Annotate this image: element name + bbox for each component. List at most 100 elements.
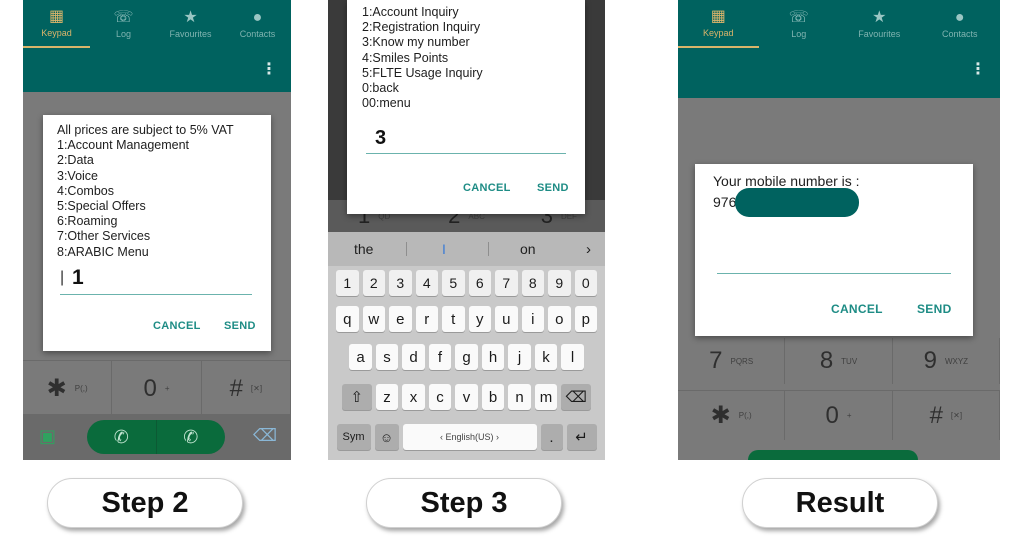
key-hash[interactable]: # [✕]	[893, 391, 1000, 440]
key-num-2[interactable]: 2	[362, 270, 385, 296]
key-0[interactable]: 0 +	[785, 391, 893, 440]
result-label: Result	[742, 478, 938, 528]
key-7[interactable]: 7 PQRS	[678, 338, 786, 384]
key-l[interactable]: l	[561, 344, 584, 370]
ussd-input[interactable]	[717, 244, 951, 274]
backspace-icon[interactable]: ⌫	[561, 384, 592, 410]
key-num-5[interactable]: 5	[442, 270, 465, 296]
key-x[interactable]: x	[402, 384, 425, 410]
call-buttons: ✆ ✆	[87, 420, 225, 454]
ussd-dialog: All prices are subject to 5% VAT 1:Accou…	[43, 115, 271, 351]
tab-contacts[interactable]: ● Contacts	[920, 0, 1001, 48]
key-n[interactable]: n	[508, 384, 531, 410]
key-p[interactable]: p	[574, 306, 597, 332]
key-9[interactable]: 9 WXYZ	[893, 338, 1000, 384]
key-r[interactable]: r	[415, 306, 438, 332]
key-star[interactable]: ✱ P(,)	[23, 361, 113, 416]
key-d[interactable]: d	[402, 344, 425, 370]
enter-icon[interactable]: ↵	[566, 424, 597, 450]
key-v[interactable]: v	[455, 384, 478, 410]
phone-step2: ▦ Keypad ☏ Log ★ Favourites ● Contacts ⋮ ✱ P(…	[23, 0, 291, 460]
shift-icon[interactable]: ⇧	[341, 384, 372, 410]
ussd-input[interactable]: 3	[366, 126, 566, 154]
key-y[interactable]: y	[468, 306, 491, 332]
key-t[interactable]: t	[442, 306, 465, 332]
tab-keypad[interactable]: ▦ Keypad	[23, 0, 90, 48]
key-o[interactable]: o	[548, 306, 571, 332]
backspace-icon[interactable]: ⌫	[253, 426, 277, 446]
person-icon: ●	[252, 8, 263, 26]
send-button[interactable]: SEND	[537, 182, 569, 194]
key-num-7[interactable]: 7	[495, 270, 518, 296]
tab-contacts[interactable]: ● Contacts	[224, 0, 291, 48]
call-log-icon: ☏	[788, 8, 809, 26]
key-j[interactable]: j	[508, 344, 531, 370]
key-k[interactable]: k	[534, 344, 558, 370]
contacts-icon[interactable]: ▣	[39, 426, 56, 447]
key-i[interactable]: i	[521, 306, 544, 332]
more-options-icon[interactable]: ⋮	[970, 62, 986, 78]
cancel-button[interactable]: CANCEL	[831, 302, 883, 316]
key-num-1[interactable]: 1	[336, 270, 359, 296]
key-star[interactable]: ✱ P(,)	[678, 391, 786, 440]
suggestion-3[interactable]: on	[520, 241, 536, 257]
ussd-menu-text: All prices are subject to 5% VAT 1:Accou…	[57, 123, 234, 259]
key-c[interactable]: c	[428, 384, 452, 410]
star-icon: ★	[872, 8, 887, 26]
tab-keypad[interactable]: ▦ Keypad	[678, 0, 759, 48]
call-sim1-icon[interactable]: ✆	[87, 420, 156, 454]
tab-bar: ▦ Keypad ☏ Log ★ Favourites ● Contacts	[678, 0, 1000, 48]
call-sim2-icon[interactable]: ✆	[155, 420, 226, 454]
send-button[interactable]: SEND	[917, 302, 952, 316]
keypad-row: ✱ P(,) 0 + # [✕]	[678, 390, 1000, 440]
text-cursor: |	[60, 269, 65, 286]
key-b[interactable]: b	[481, 384, 505, 410]
key-f[interactable]: f	[428, 344, 452, 370]
key-num-0[interactable]: 0	[574, 270, 597, 296]
key-z[interactable]: z	[375, 384, 399, 410]
suggestion-1[interactable]: the	[354, 241, 373, 257]
suggestion-2[interactable]: I	[442, 241, 446, 257]
letter-row-3: ⇧ z x c v b n m ⌫	[328, 384, 605, 410]
key-u[interactable]: u	[495, 306, 518, 332]
send-button[interactable]: SEND	[224, 320, 256, 332]
key-e[interactable]: e	[389, 306, 412, 332]
phone-step3: 1 QD 2 ABC 3 DEF 1:Account Inquiry 2:Regist…	[328, 0, 605, 460]
key-num-9[interactable]: 9	[548, 270, 571, 296]
key-w[interactable]: w	[362, 306, 385, 332]
divider	[406, 242, 407, 256]
key-0[interactable]: 0 +	[112, 361, 202, 416]
tab-favourites[interactable]: ★ Favourites	[157, 0, 224, 48]
key-q[interactable]: q	[336, 306, 359, 332]
cancel-button[interactable]: CANCEL	[153, 320, 201, 332]
key-h[interactable]: h	[481, 344, 505, 370]
tab-log[interactable]: ☏ Log	[759, 0, 840, 48]
key-num-4[interactable]: 4	[415, 270, 438, 296]
sym-key[interactable]: Sym	[336, 424, 371, 450]
key-m[interactable]: m	[534, 384, 558, 410]
tab-log[interactable]: ☏ Log	[90, 0, 157, 48]
key-hash[interactable]: # [✕]	[202, 361, 291, 416]
key-s[interactable]: s	[375, 344, 399, 370]
key-g[interactable]: g	[455, 344, 478, 370]
tab-favourites[interactable]: ★ Favourites	[839, 0, 920, 48]
bottom-row: Sym ☺ ‹ English(US) › . ↵	[328, 424, 605, 450]
suggestion-bar: the I on ›	[328, 232, 605, 266]
tab-bar: ▦ Keypad ☏ Log ★ Favourites ● Contacts	[23, 0, 291, 48]
key-a[interactable]: a	[349, 344, 372, 370]
letter-row-2: a s d f g h j k l	[328, 344, 605, 370]
call-buttons[interactable]	[748, 450, 918, 460]
more-options-icon[interactable]: ⋮	[261, 62, 277, 78]
key-num-8[interactable]: 8	[521, 270, 544, 296]
emoji-icon[interactable]: ☺	[374, 424, 399, 450]
key-num-6[interactable]: 6	[468, 270, 491, 296]
person-icon: ●	[954, 8, 965, 26]
chevron-right-icon[interactable]: ›	[586, 241, 591, 258]
space-key[interactable]: ‹ English(US) ›	[402, 424, 537, 450]
ussd-input[interactable]: | 1	[60, 265, 252, 295]
key-8[interactable]: 8 TUV	[785, 338, 893, 384]
divider	[488, 242, 489, 256]
key-num-3[interactable]: 3	[389, 270, 412, 296]
period-key[interactable]: .	[540, 424, 563, 450]
cancel-button[interactable]: CANCEL	[463, 182, 511, 194]
